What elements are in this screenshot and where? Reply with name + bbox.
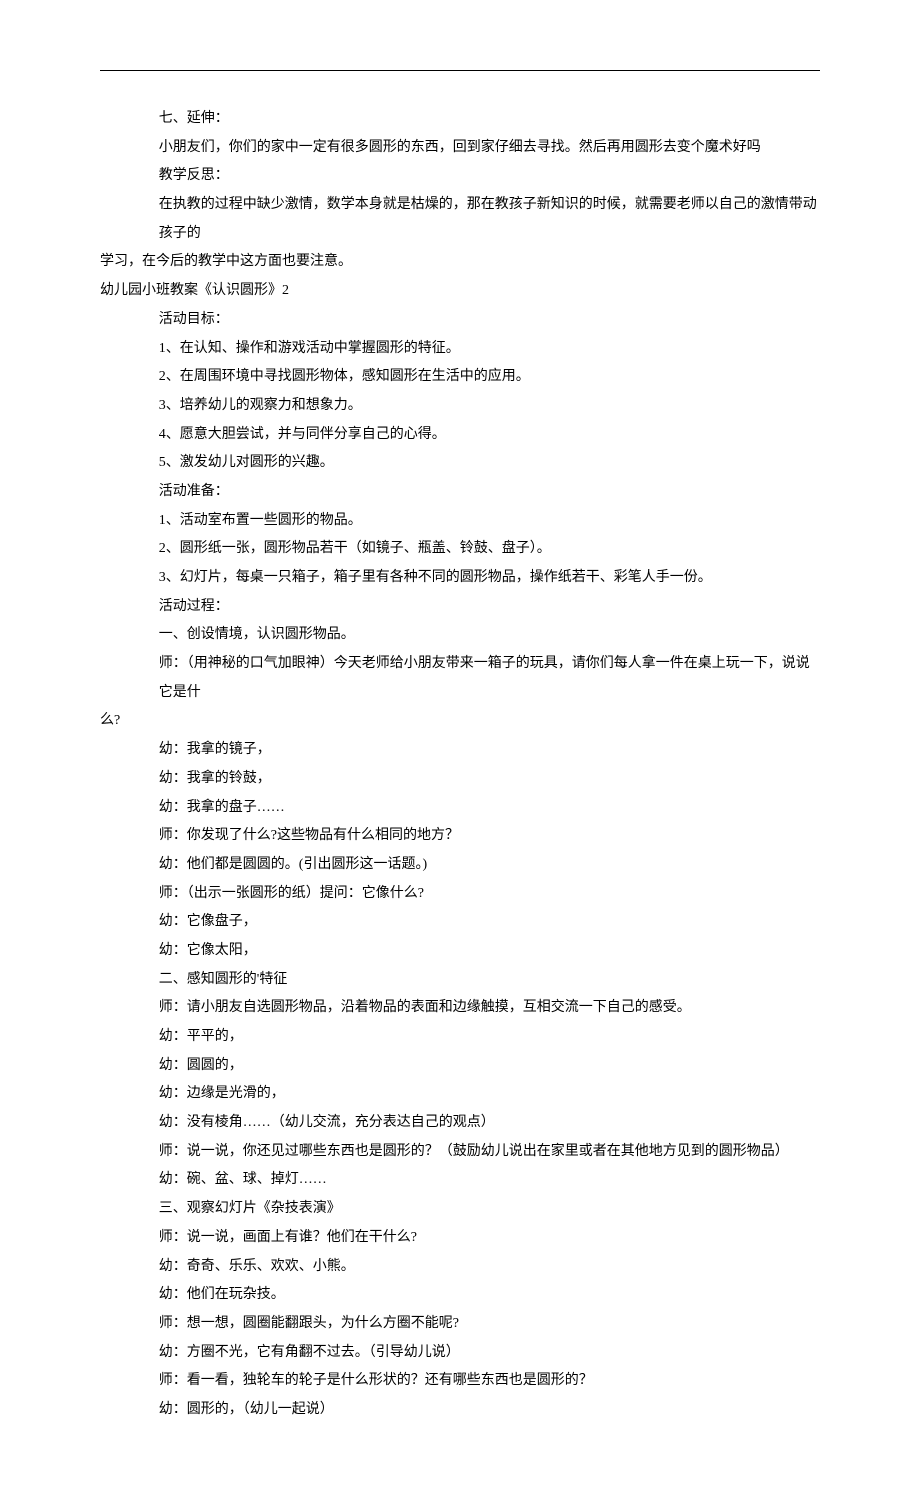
text-line: 一、创设情境，认识圆形物品。 <box>100 621 820 650</box>
text-line: 师：你发现了什么?这些物品有什么相同的地方？ <box>100 822 820 851</box>
text-line: 幼：没有棱角……（幼儿交流，充分表达自己的观点） <box>100 1109 820 1138</box>
text-line: 5、激发幼儿对圆形的兴趣。 <box>100 449 820 478</box>
text-line: 师：说一说，你还见过哪些东西也是圆形的？（鼓励幼儿说出在家里或者在其他地方见到的… <box>100 1138 820 1167</box>
text-line: 1、活动室布置一些圆形的物品。 <box>100 507 820 536</box>
text-line: 3、幻灯片，每桌一只箱子，箱子里有各种不同的圆形物品，操作纸若干、彩笔人手一份。 <box>100 564 820 593</box>
text-line: 幼：奇奇、乐乐、欢欢、小熊。 <box>100 1253 820 1282</box>
text-line: 2、圆形纸一张，圆形物品若干（如镜子、瓶盖、铃鼓、盘子）。 <box>100 535 820 564</box>
text-line: 幼儿园小班教案《认识圆形》2 <box>100 277 820 306</box>
text-line: 幼：他们都是圆圆的。(引出圆形这一话题。) <box>100 851 820 880</box>
text-line: 二、感知圆形的'特征 <box>100 966 820 995</box>
text-line: 幼：圆圆的， <box>100 1052 820 1081</box>
text-line: 三、观察幻灯片《杂技表演》 <box>100 1195 820 1224</box>
text-line: 在执教的过程中缺少激情，数学本身就是枯燥的，那在教孩子新知识的时候，就需要老师以… <box>100 191 820 248</box>
horizontal-rule <box>100 70 820 71</box>
text-line: 幼：平平的， <box>100 1023 820 1052</box>
text-line: 幼：我拿的铃鼓， <box>100 765 820 794</box>
text-line: 师：想一想，圆圈能翻跟头，为什么方圈不能呢? <box>100 1310 820 1339</box>
text-line: 幼：他们在玩杂技。 <box>100 1281 820 1310</box>
text-line: 教学反思： <box>100 162 820 191</box>
text-line: 活动准备： <box>100 478 820 507</box>
text-line: 师：（用神秘的口气加眼神）今天老师给小朋友带来一箱子的玩具，请你们每人拿一件在桌… <box>100 650 820 707</box>
text-line: 师：说一说，画面上有谁？他们在干什么? <box>100 1224 820 1253</box>
text-line: 小朋友们，你们的家中一定有很多圆形的东西，回到家仔细去寻找。然后再用圆形去变个魔… <box>100 134 820 163</box>
text-line: 么? <box>100 707 820 736</box>
text-line: 幼：它像太阳， <box>100 937 820 966</box>
text-line: 幼：方圈不光，它有角翻不过去。（引导幼儿说） <box>100 1339 820 1368</box>
text-line: 4、愿意大胆尝试，并与同伴分享自己的心得。 <box>100 421 820 450</box>
text-line: 七、延伸： <box>100 105 820 134</box>
text-line: 活动目标： <box>100 306 820 335</box>
text-line: 幼：边缘是光滑的， <box>100 1080 820 1109</box>
text-line: 3、培养幼儿的观察力和想象力。 <box>100 392 820 421</box>
text-line: 幼：碗、盆、球、掉灯…… <box>100 1166 820 1195</box>
text-line: 活动过程： <box>100 593 820 622</box>
text-line: 幼：圆形的，（幼儿一起说） <box>100 1396 820 1425</box>
document-body: 七、延伸：小朋友们，你们的家中一定有很多圆形的东西，回到家仔细去寻找。然后再用圆… <box>100 105 820 1425</box>
text-line: 幼：我拿的镜子， <box>100 736 820 765</box>
text-line: 师：看一看，独轮车的轮子是什么形状的？还有哪些东西也是圆形的？ <box>100 1367 820 1396</box>
text-line: 师：（出示一张圆形的纸）提问：它像什么? <box>100 880 820 909</box>
text-line: 师：请小朋友自选圆形物品，沿着物品的表面和边缘触摸，互相交流一下自己的感受。 <box>100 994 820 1023</box>
document-page: 七、延伸：小朋友们，你们的家中一定有很多圆形的东西，回到家仔细去寻找。然后再用圆… <box>0 0 920 1485</box>
text-line: 学习，在今后的教学中这方面也要注意。 <box>100 248 820 277</box>
text-line: 1、在认知、操作和游戏活动中掌握圆形的特征。 <box>100 335 820 364</box>
text-line: 幼：我拿的盘子…… <box>100 794 820 823</box>
text-line: 幼：它像盘子， <box>100 908 820 937</box>
text-line: 2、在周围环境中寻找圆形物体，感知圆形在生活中的应用。 <box>100 363 820 392</box>
